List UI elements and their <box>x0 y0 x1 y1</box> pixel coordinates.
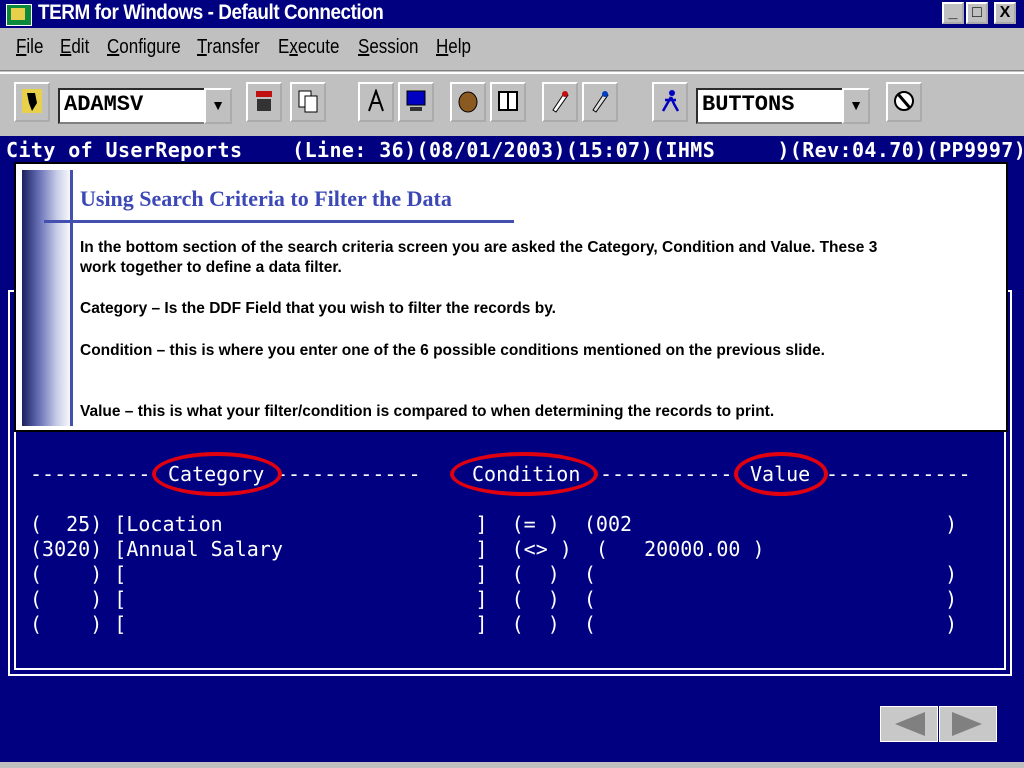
menu-transfer-accel: T <box>197 36 207 58</box>
book-icon <box>498 91 518 111</box>
header-mid-dashes: ------------ <box>276 462 421 486</box>
menu-help-label: elp <box>448 36 471 58</box>
menu-transfer[interactable]: Transfer <box>197 36 260 59</box>
menu-edit-accel: E <box>60 36 72 58</box>
filter-row[interactable]: ( 25) [Location ] (= ) (002 ) <box>30 512 957 536</box>
book-tool-button[interactable] <box>490 82 526 122</box>
next-slide-button[interactable] <box>939 706 997 742</box>
menu-help-accel: H <box>436 36 449 58</box>
filter-row[interactable]: ( ) [ ] ( ) ( ) <box>30 587 957 611</box>
slide-callout: Using Search Criteria to Filter the Data… <box>14 162 1008 432</box>
menu-file[interactable]: File <box>16 36 43 59</box>
menu-execute[interactable]: Execute <box>278 36 339 59</box>
menu-edit[interactable]: Edit <box>60 36 89 59</box>
connection-select[interactable]: ADAMSV <box>58 88 208 124</box>
slide-paragraph-value: Value – this is what your filter/conditi… <box>80 403 775 420</box>
previous-slide-button[interactable] <box>880 706 938 742</box>
menu-configure-accel: C <box>107 36 120 58</box>
menu-execute-label: ecute <box>297 36 340 58</box>
menu-bar: File Edit Configure Transfer Execute Ses… <box>0 28 1024 71</box>
app-icon[interactable] <box>6 4 32 26</box>
minimize-button[interactable]: _ <box>942 2 964 24</box>
pen-icon <box>592 91 609 113</box>
right-arrow-icon <box>952 712 982 736</box>
menu-session-label: ession <box>369 36 419 58</box>
header-left-dashes: ---------- <box>30 462 151 486</box>
glove-tool-button[interactable] <box>450 82 486 122</box>
category-highlight <box>152 452 282 496</box>
network-tool-button[interactable] <box>358 82 394 122</box>
header-right-dashes: ------------ <box>826 462 971 486</box>
slide-accent-bar <box>22 170 72 426</box>
menu-session-accel: S <box>358 36 370 58</box>
title-bar: TERM for Windows - Default Connection _ … <box>0 0 1024 28</box>
slide-heading-rule <box>44 220 514 223</box>
connect-tool-button[interactable] <box>14 82 50 122</box>
menu-configure[interactable]: Configure <box>107 36 181 59</box>
connection-dropdown-button[interactable]: ▼ <box>204 88 232 124</box>
slide-heading: Using Search Criteria to Filter the Data <box>80 186 452 211</box>
copy-tool-button[interactable] <box>290 82 326 122</box>
phone-tool-button[interactable] <box>246 82 282 122</box>
left-arrow-icon <box>895 712 925 736</box>
phone-icon <box>256 91 272 111</box>
filter-row[interactable]: (3020) [Annual Salary ] (<> ) ( 20000.00… <box>30 537 765 561</box>
menu-file-accel: F <box>16 36 27 58</box>
slide-accent-line <box>70 170 73 426</box>
buttons-dropdown-button[interactable]: ▼ <box>842 88 870 124</box>
computer-icon <box>406 90 426 111</box>
window-title: TERM for Windows - Default Connection <box>38 1 384 24</box>
plug-icon <box>22 89 42 113</box>
toolbar: ADAMSV ▼ BUTTONS ▼ <box>0 72 1024 136</box>
hangup-tool-button[interactable] <box>886 82 922 122</box>
computer-tool-button[interactable] <box>398 82 434 122</box>
maximize-button[interactable]: □ <box>966 2 988 24</box>
buttons-select[interactable]: BUTTONS <box>696 88 846 124</box>
close-button[interactable]: X <box>994 2 1016 24</box>
filter-row[interactable]: ( ) [ ] ( ) ( ) <box>30 612 957 636</box>
menu-execute-prefix: E <box>278 36 290 58</box>
glove-icon <box>458 91 478 113</box>
slide-paragraph-category: Category – Is the DDF Field that you wis… <box>80 300 556 317</box>
run-tool-button[interactable] <box>652 82 688 122</box>
condition-highlight <box>450 452 598 496</box>
menu-edit-label: dit <box>71 36 90 58</box>
receive-tool-button[interactable] <box>582 82 618 122</box>
send-tool-button[interactable] <box>542 82 578 122</box>
menu-configure-label: onfigure <box>119 36 181 58</box>
hangup-icon <box>894 91 914 111</box>
slide-paragraph-intro: In the bottom section of the search crit… <box>80 239 878 276</box>
pencil-icon <box>552 91 569 113</box>
menu-session[interactable]: Session <box>358 36 418 59</box>
runner-icon <box>661 90 680 112</box>
menu-help[interactable]: Help <box>436 36 471 59</box>
menu-transfer-label: ransfer <box>206 36 260 58</box>
terminal-status-line: City of UserReports (Line: 36)(08/01/200… <box>6 138 1024 162</box>
slide-paragraph-condition: Condition – this is where you enter one … <box>80 342 825 359</box>
value-highlight <box>734 452 828 496</box>
filter-row[interactable]: ( ) [ ] ( ) ( ) <box>30 562 957 586</box>
header-condition-dashes: ----------- <box>600 462 733 486</box>
tower-icon <box>368 89 384 112</box>
documents-icon <box>298 90 318 113</box>
menu-file-label: ile <box>26 36 44 58</box>
